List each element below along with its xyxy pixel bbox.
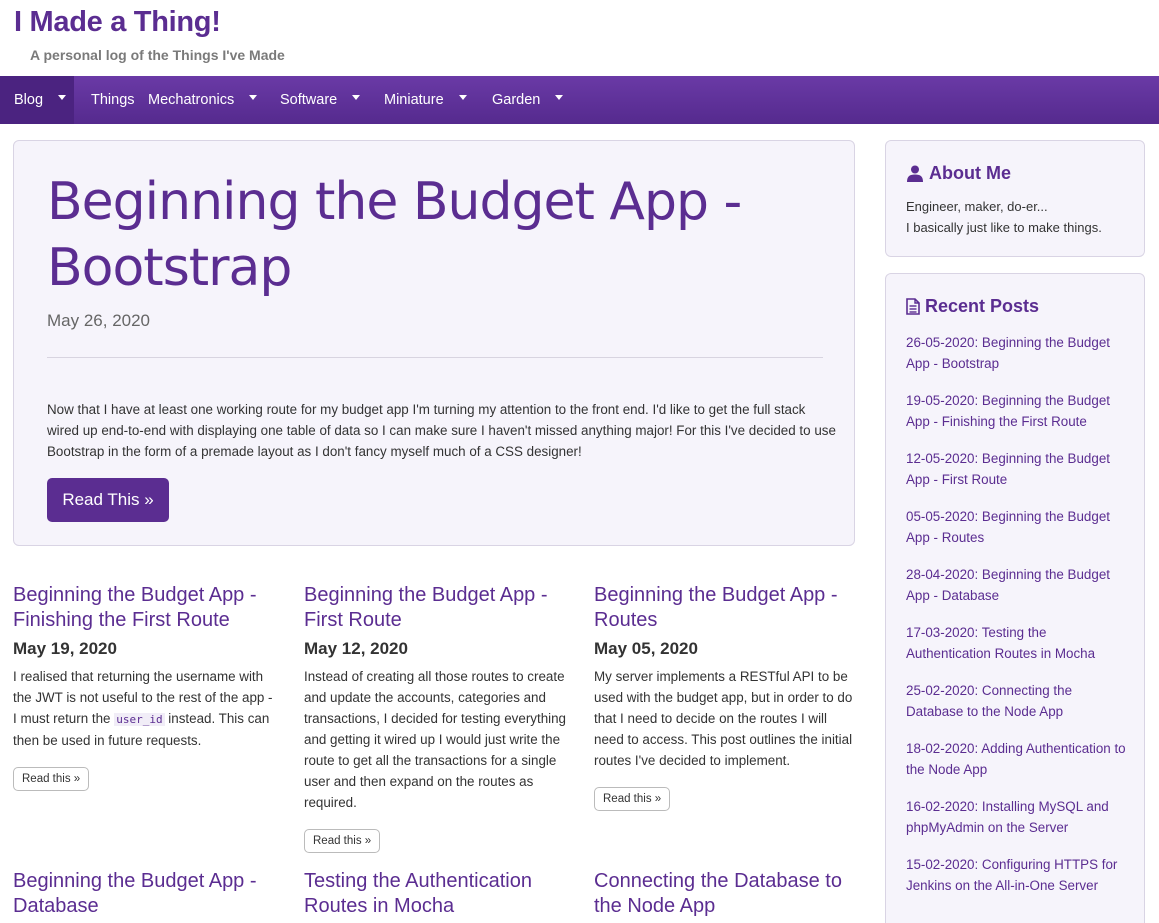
recent-post-link[interactable]: 28-04-2020: Beginning the Budget App - D…: [906, 564, 1131, 606]
nav-item-software[interactable]: Software: [280, 76, 361, 124]
featured-post-date: May 26, 2020: [47, 311, 151, 330]
post-card: Beginning the Budget App - Routes May 05…: [594, 583, 856, 811]
nav-item-label: Miniature: [384, 92, 444, 108]
recent-post-link[interactable]: 16-02-2020: Installing MySQL and phpMyAd…: [906, 796, 1131, 838]
recent-post-link[interactable]: 17-03-2020: Testing the Authentication R…: [906, 622, 1131, 664]
post-card-title[interactable]: Beginning the Budget App - Routes: [594, 583, 856, 633]
inline-code: user_id: [114, 713, 165, 726]
chevron-down-icon: [58, 94, 67, 100]
recent-post-link[interactable]: 15-02-2020: Configuring HTTPS for Jenkin…: [906, 854, 1131, 896]
main-navbar: Blog Things Mechatronics Software Miniat…: [0, 76, 1159, 124]
user-icon: [907, 165, 923, 182]
read-this-button[interactable]: Read This »: [47, 478, 169, 522]
post-card-title[interactable]: Beginning the Budget App - First Route: [304, 583, 566, 633]
recent-post-link[interactable]: 12-05-2020: Beginning the Budget App - F…: [906, 448, 1131, 490]
post-card-excerpt: Instead of creating all those routes to …: [304, 669, 567, 810]
recent-posts-list: 26-05-2020: Beginning the Budget App - B…: [906, 332, 1131, 912]
featured-post-title[interactable]: Beginning the Budget App - Bootstrap: [47, 169, 807, 301]
nav-item-blog[interactable]: Blog: [0, 76, 74, 124]
recent-post-link[interactable]: 26-05-2020: Beginning the Budget App - B…: [906, 332, 1131, 374]
post-card-excerpt: My server implements a RESTful API to be…: [594, 669, 853, 768]
post-card: Beginning the Budget App - Database: [13, 869, 275, 919]
post-card-excerpt: I realised that returning the username w…: [13, 669, 273, 748]
post-card-date: May 12, 2020: [304, 639, 408, 658]
recent-post-link[interactable]: 25-02-2020: Connecting the Database to t…: [906, 680, 1131, 722]
post-card-title[interactable]: Beginning the Budget App - Database: [13, 869, 275, 919]
featured-post: Beginning the Budget App - Bootstrap May…: [13, 140, 855, 546]
post-card-title[interactable]: Testing the Authentication Routes in Moc…: [304, 869, 566, 919]
post-card-date: May 05, 2020: [594, 639, 698, 658]
recent-posts-title: Recent Posts: [925, 296, 1040, 316]
read-this-button[interactable]: Read this »: [594, 787, 671, 811]
nav-item-label: Garden: [492, 92, 541, 108]
divider: [47, 357, 823, 358]
chevron-down-icon: [555, 94, 564, 100]
about-me-text: Engineer, maker, do-er... I basically ju…: [906, 196, 1102, 238]
nav-item-miniature[interactable]: Miniature: [384, 76, 467, 124]
nav-item-label: Blog: [14, 92, 44, 108]
recent-posts-panel: Recent Posts 26-05-2020: Beginning the B…: [885, 273, 1145, 923]
site-header: I Made a Thing! A personal log of the Th…: [0, 0, 1159, 76]
about-me-heading: About Me: [906, 163, 1011, 184]
post-card-title[interactable]: Beginning the Budget App - Finishing the…: [13, 583, 275, 633]
about-me-panel: About Me Engineer, maker, do-er... I bas…: [885, 140, 1145, 257]
chevron-down-icon: [458, 94, 467, 100]
about-me-line: Engineer, maker, do-er...: [906, 199, 1048, 214]
recent-posts-heading: Recent Posts: [906, 296, 1039, 317]
about-me-title: About Me: [929, 163, 1011, 183]
document-icon: [906, 298, 920, 315]
chevron-down-icon: [249, 94, 258, 100]
nav-item-garden[interactable]: Garden: [492, 76, 564, 124]
about-me-line: I basically just like to make things.: [906, 220, 1102, 235]
post-card-title[interactable]: Connecting the Database to the Node App: [594, 869, 856, 919]
nav-item-label: Software: [280, 92, 338, 108]
nav-item-mechatronics[interactable]: Mechatronics: [148, 76, 258, 124]
post-card: Beginning the Budget App - First Route M…: [304, 583, 566, 853]
post-card: Testing the Authentication Routes in Moc…: [304, 869, 566, 919]
site-tagline: A personal log of the Things I've Made: [30, 47, 285, 63]
featured-post-excerpt: Now that I have at least one working rou…: [47, 402, 836, 459]
chevron-down-icon: [352, 94, 361, 100]
site-title[interactable]: I Made a Thing!: [14, 6, 221, 39]
post-card: Beginning the Budget App - Finishing the…: [13, 583, 275, 791]
recent-post-link[interactable]: 19-05-2020: Beginning the Budget App - F…: [906, 390, 1131, 432]
nav-item-label: Things: [91, 92, 135, 108]
recent-post-link[interactable]: 18-02-2020: Adding Authentication to the…: [906, 738, 1131, 780]
nav-item-things[interactable]: Things: [91, 76, 135, 124]
recent-post-link[interactable]: 05-05-2020: Beginning the Budget App - R…: [906, 506, 1131, 548]
read-this-button[interactable]: Read this »: [13, 767, 90, 791]
read-this-button[interactable]: Read this »: [304, 829, 381, 853]
nav-item-label: Mechatronics: [148, 92, 235, 108]
post-card-date: May 19, 2020: [13, 639, 117, 658]
post-card: Connecting the Database to the Node App: [594, 869, 856, 919]
